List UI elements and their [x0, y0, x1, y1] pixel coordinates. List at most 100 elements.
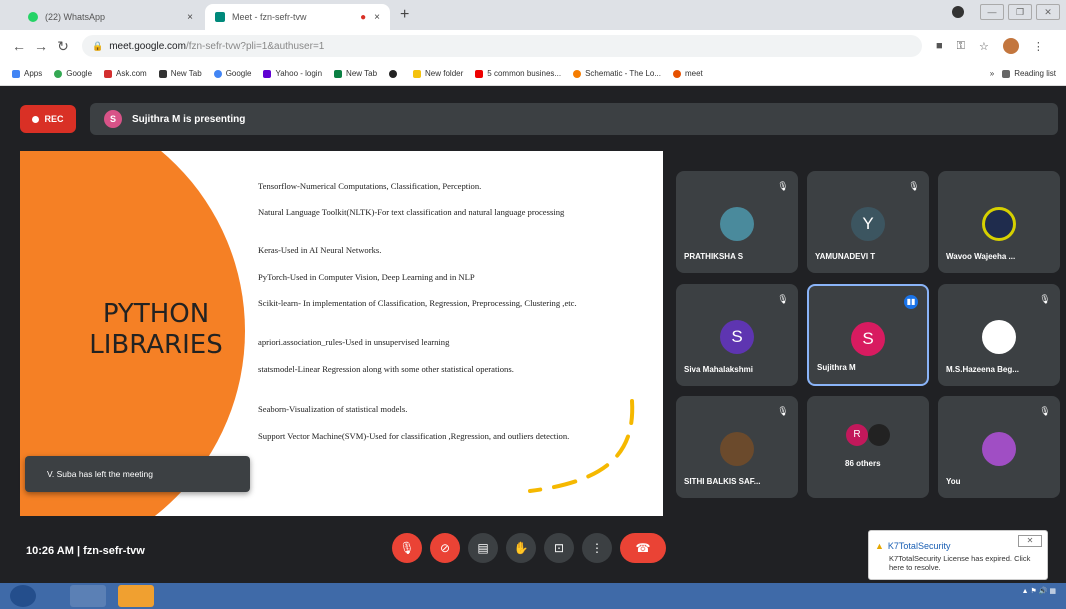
- slide-line: Keras-Used in AI Neural Networks.: [258, 245, 382, 255]
- participant-tile[interactable]: 🎙 S Siva Mahalakshmi: [676, 284, 798, 386]
- decorative-dashed-arc: [528, 399, 635, 493]
- notification-message: K7TotalSecurity License has expired. Cli…: [889, 554, 1031, 572]
- bookmark-new-folder[interactable]: New folder: [413, 69, 463, 78]
- back-icon[interactable]: ←: [8, 38, 30, 54]
- bookmark-yahoo[interactable]: Yahoo - login: [263, 69, 322, 78]
- participant-tile-self[interactable]: 🎙 You: [938, 396, 1060, 498]
- window-controls: — ❐ ✕: [952, 4, 1060, 20]
- avatar: [982, 320, 1016, 354]
- tab-meet[interactable]: Meet - fzn-sefr-tvw ● ×: [205, 4, 390, 30]
- bookmark-label: 5 common busines...: [487, 69, 562, 78]
- windows-taskbar: [0, 583, 1066, 609]
- bookmark-label: Reading list: [1014, 69, 1056, 78]
- k7-security-notification[interactable]: ▲ K7TotalSecurity K7TotalSecurity License…: [868, 530, 1048, 580]
- avatar: Y: [851, 207, 885, 241]
- bookmark-github[interactable]: [389, 69, 401, 78]
- avatar: S: [720, 320, 754, 354]
- chevron-icon: »: [989, 69, 995, 78]
- slide-line: statsmodel-Linear Regression along with …: [258, 364, 514, 374]
- close-tab-icon[interactable]: ×: [187, 12, 193, 23]
- participant-name: 86 others: [845, 459, 881, 468]
- close-notification-button[interactable]: ✕: [1018, 535, 1042, 547]
- reading-list[interactable]: » Reading list: [990, 69, 1056, 78]
- close-tab-icon[interactable]: ×: [374, 12, 380, 23]
- camera-toggle-button[interactable]: ⊘: [430, 533, 460, 563]
- start-button[interactable]: [10, 585, 36, 607]
- captions-button[interactable]: ▤: [468, 533, 498, 563]
- slide-line: Tensorflow-Numerical Computations, Class…: [258, 181, 482, 191]
- avatar: [720, 432, 754, 466]
- warning-icon: ▲: [875, 541, 884, 551]
- bookmark-askcom[interactable]: Ask.com: [104, 69, 147, 78]
- leave-call-button[interactable]: ☎: [620, 533, 666, 563]
- present-button[interactable]: ⊡: [544, 533, 574, 563]
- bookmark-label: Apps: [24, 69, 43, 78]
- bookmark-schematic[interactable]: Schematic - The Lo...: [573, 69, 661, 78]
- taskbar-chrome[interactable]: [70, 585, 106, 607]
- avatar: [868, 424, 890, 446]
- meeting-time-code: 10:26 AM | fzn-sefr-tvw: [26, 545, 145, 557]
- url-path: /fzn-sefr-tvw?pli=1&authuser=1: [185, 40, 325, 52]
- participant-tile[interactable]: 🎙 Y YAMUNADEVI T: [807, 171, 929, 273]
- address-toolbar: ← → ↻ 🔒 meet.google.com /fzn-sefr-tvw?pl…: [0, 30, 1066, 62]
- bookmark-google-2[interactable]: Google: [213, 69, 251, 78]
- minimize-button[interactable]: —: [980, 4, 1004, 20]
- taskbar-app-icon[interactable]: [118, 585, 154, 607]
- key-icon[interactable]: ⚿: [957, 40, 965, 53]
- participant-tile[interactable]: Wavoo Wajeeha ...: [938, 171, 1060, 273]
- slide-title-line: LIBRARIES: [89, 330, 223, 360]
- mic-toggle-button[interactable]: 🎙: [392, 533, 422, 563]
- apps-grid-icon: [12, 69, 20, 78]
- slide-title: PYTHON LIBRARIES: [56, 299, 256, 361]
- browser-tab-bar: (22) WhatsApp × Meet - fzn-sefr-tvw ● × …: [0, 0, 1066, 30]
- participant-name: YAMUNADEVI T: [815, 252, 876, 261]
- bookmark-google[interactable]: Google: [54, 69, 92, 78]
- forward-icon[interactable]: →: [30, 38, 52, 54]
- bookmark-label: New folder: [425, 69, 464, 78]
- menu-icon[interactable]: ⋮: [1033, 40, 1044, 53]
- reading-list-icon: [1002, 69, 1011, 78]
- url-field[interactable]: 🔒 meet.google.com /fzn-sefr-tvw?pli=1&au…: [82, 35, 922, 57]
- tab-whatsapp[interactable]: (22) WhatsApp ×: [18, 4, 203, 30]
- maximize-button[interactable]: ❐: [1008, 4, 1032, 20]
- avatar: [720, 207, 754, 241]
- bookmark-youtube[interactable]: 5 common busines...: [475, 69, 561, 78]
- page-icon: [573, 69, 582, 78]
- speaking-icon: ▮▮: [904, 295, 918, 309]
- url-host: meet.google.com: [109, 40, 186, 52]
- bookmark-new-tab[interactable]: New Tab: [158, 69, 202, 78]
- raise-hand-button[interactable]: ✋: [506, 533, 536, 563]
- new-tab-button[interactable]: +: [400, 6, 409, 24]
- slide-line: apriori.association_rules-Used in unsupe…: [258, 337, 450, 347]
- more-options-button[interactable]: ⋮: [582, 533, 612, 563]
- slide-line: PyTorch-Used in Computer Vision, Deep Le…: [258, 272, 475, 282]
- participant-tile-active-speaker[interactable]: ▮▮ S Sujithra M: [807, 284, 929, 386]
- camera-in-use-icon[interactable]: ■: [936, 40, 943, 52]
- bookmark-label: New Tab: [346, 69, 378, 78]
- mic-off-icon: 🎙: [777, 181, 789, 191]
- participant-tile[interactable]: 🎙 PRATHIKSHA S: [676, 171, 798, 273]
- google-icon: [213, 69, 222, 78]
- bookmark-star-icon[interactable]: ☆: [979, 40, 989, 53]
- play-icon: [475, 69, 484, 78]
- avatar[interactable]: [1002, 38, 1019, 54]
- participant-tile[interactable]: 🎙 M.S.Hazeena Beg...: [938, 284, 1060, 386]
- participant-name: Siva Mahalakshmi: [684, 365, 753, 374]
- close-window-button[interactable]: ✕: [1036, 4, 1060, 20]
- participant-tile[interactable]: 🎙 SITHI BALKIS SAF...: [676, 396, 798, 498]
- slide-line: Natural Language Toolkit(NLTK)-For text …: [258, 207, 565, 217]
- bookmark-label: Schematic - The Lo...: [585, 69, 661, 78]
- recording-badge: REC: [20, 105, 76, 133]
- bookmark-label: New Tab: [170, 69, 202, 78]
- bookmark-apps[interactable]: Apps: [12, 69, 42, 78]
- mic-off-icon: 🎙: [1039, 406, 1051, 416]
- mic-off-icon: 🎙: [908, 181, 920, 191]
- bookmark-new-tab-2[interactable]: New Tab: [334, 69, 377, 78]
- reload-icon[interactable]: ↻: [52, 38, 74, 55]
- mic-off-icon: 🎙: [777, 294, 789, 304]
- tab-label: Meet - fzn-sefr-tvw: [232, 12, 307, 22]
- profile-icon[interactable]: [952, 6, 964, 18]
- others-tile[interactable]: R 86 others: [807, 396, 929, 498]
- ask-icon: [104, 69, 113, 78]
- bookmark-meet[interactable]: meet: [672, 69, 703, 78]
